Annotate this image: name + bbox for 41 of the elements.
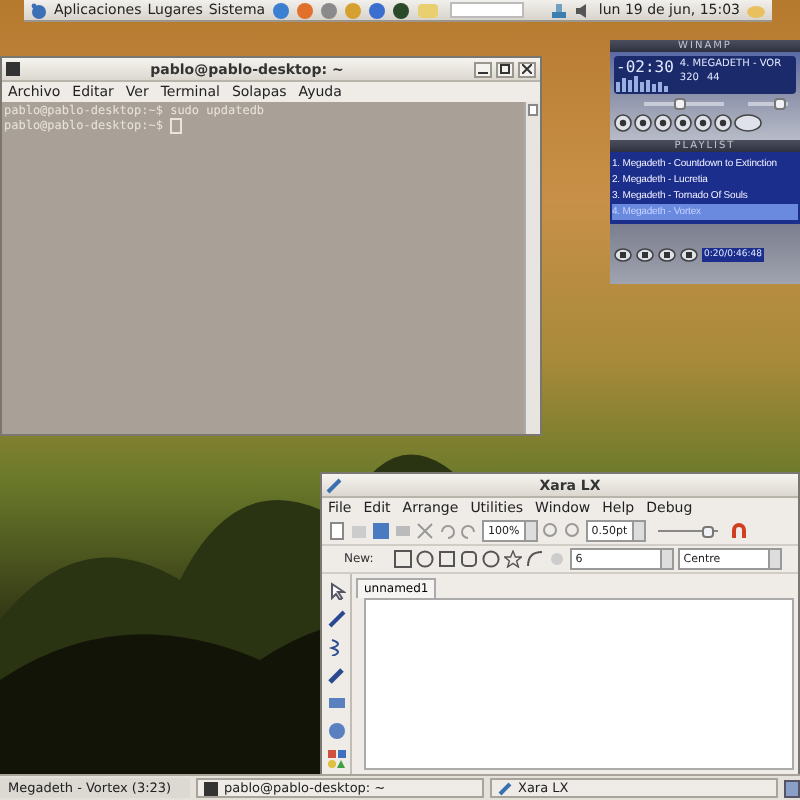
magnet-icon[interactable] xyxy=(729,522,748,540)
close-icon xyxy=(522,64,532,74)
shapes-gallery-icon[interactable] xyxy=(327,750,345,768)
pen-icon xyxy=(498,781,512,795)
polygon-tool-icon[interactable] xyxy=(393,550,412,568)
maximize-icon xyxy=(500,64,510,74)
foot-icon[interactable] xyxy=(30,1,48,19)
workspace-switcher-icon[interactable] xyxy=(784,779,800,797)
drawing-canvas[interactable] xyxy=(364,598,794,770)
rounded-rectangle-icon[interactable] xyxy=(459,550,478,568)
text-cursor xyxy=(170,118,183,134)
network-icon[interactable] xyxy=(550,1,569,19)
rectangle-tool-icon[interactable] xyxy=(327,694,345,712)
minimize-button[interactable] xyxy=(474,61,492,77)
terminal-icon xyxy=(6,62,20,76)
spectrum-visualizer-icon xyxy=(616,76,672,92)
cut-icon[interactable] xyxy=(416,522,434,540)
window-list-area xyxy=(449,2,525,18)
selector-tool-icon[interactable] xyxy=(327,582,345,600)
redo-icon[interactable] xyxy=(460,522,478,540)
undo-icon[interactable] xyxy=(438,522,456,540)
pen-tool-icon[interactable] xyxy=(327,610,345,628)
slider-thumb[interactable] xyxy=(702,525,715,538)
shape-editor-icon[interactable] xyxy=(327,638,345,656)
ellipse-tool-icon[interactable] xyxy=(415,550,434,568)
slider-thumb[interactable] xyxy=(774,98,786,110)
new-document-icon[interactable] xyxy=(328,522,346,540)
save-icon[interactable] xyxy=(372,522,390,540)
curve-icon[interactable] xyxy=(525,550,544,568)
rectangle-tool-icon[interactable] xyxy=(437,550,456,568)
ellipse-tool-icon[interactable] xyxy=(327,722,345,740)
slider-thumb[interactable] xyxy=(674,98,686,110)
terminal-icon xyxy=(204,781,218,795)
elapsed-time: -02:30 xyxy=(616,58,674,76)
close-button[interactable] xyxy=(518,61,536,77)
brush-tool-icon[interactable] xyxy=(327,666,345,684)
circle-icon[interactable] xyxy=(481,550,500,568)
logo-badge-icon xyxy=(734,114,762,132)
maximize-button[interactable] xyxy=(496,61,514,77)
pen-icon xyxy=(326,477,342,493)
scrollbar[interactable] xyxy=(524,102,540,434)
